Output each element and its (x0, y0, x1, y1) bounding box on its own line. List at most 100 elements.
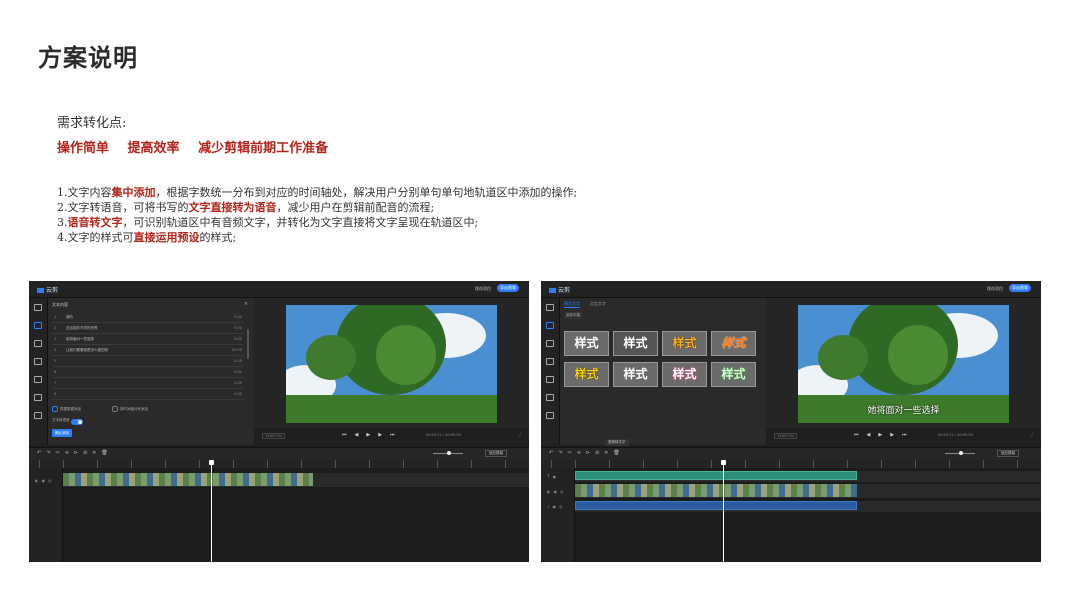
style-preset-white-dark[interactable]: 样式 (613, 331, 658, 356)
resolution-select[interactable]: 1280*720 (262, 433, 286, 439)
option-by-data[interactable]: 根据数据添加 (52, 406, 81, 412)
edit-tools[interactable]: ↶↷✂⊲⊳⊘✕🗑 (37, 450, 113, 456)
text-tab[interactable] (32, 322, 44, 330)
transition-tab[interactable] (32, 412, 44, 420)
video-frame: 她将面对一些选择 (798, 305, 1009, 423)
text-row[interactable]: 8 0:00 (52, 389, 244, 400)
fit-screen-button[interactable]: 适应屏幕 (997, 450, 1019, 457)
track-controls[interactable]: ◐◉◎ (35, 478, 54, 483)
style-preset-orange[interactable]: 样式 (711, 331, 756, 356)
zoom-slider[interactable] (945, 451, 975, 455)
resolution-select[interactable]: 1280*720 (774, 433, 798, 439)
effects-tab[interactable] (544, 358, 556, 366)
export-button[interactable]: 导出视频 (497, 284, 519, 292)
style-preset-green[interactable]: 样式 (711, 362, 756, 387)
tab-custom-text[interactable]: 自定文字 (590, 301, 606, 307)
track-controls[interactable]: ♪◉◎ (547, 504, 566, 509)
effects-icon (34, 358, 42, 365)
playhead[interactable] (209, 460, 214, 562)
video-clip[interactable] (575, 484, 857, 497)
fullscreen-icon[interactable]: ⤢ (1030, 433, 1033, 437)
audio-track (575, 501, 1041, 513)
style-preset-pink[interactable]: 样式 (662, 362, 707, 387)
video-preview: 她将面对一些选择 (766, 298, 1041, 428)
style-preset-yellow[interactable]: 样式 (564, 362, 609, 387)
scrollbar[interactable] (247, 329, 249, 359)
transition-icon (546, 412, 554, 419)
video-preview (254, 298, 529, 428)
video-track (63, 473, 529, 488)
filter-tab[interactable] (32, 376, 44, 384)
confirm-add-button[interactable]: 确认添加 (52, 429, 72, 437)
needs-label: 需求转化点: (57, 116, 127, 131)
keyword-2: 提高效率 (127, 141, 180, 156)
description-item: 1.文字内容集中添加，根据字数统一分布到对应的时间轴处，解决用户分别单句单句地轨… (57, 186, 578, 199)
effects-tab[interactable] (32, 358, 44, 366)
fit-screen-button[interactable]: 适应屏幕 (485, 450, 507, 457)
text-row[interactable]: 1 我的 0:00 (52, 312, 244, 323)
panel-title: 文本内容 (52, 302, 68, 307)
video-clip[interactable] (63, 473, 313, 486)
playback-controls[interactable]: ⏮◀▶▶⏭ (854, 432, 915, 438)
edit-tools[interactable]: ↶↷✂⊲⊳⊘✕🗑 (549, 450, 625, 456)
style-preset-outline[interactable]: 样式 (613, 362, 658, 387)
folder-icon (546, 304, 554, 311)
media-tab[interactable] (544, 304, 556, 312)
save-project-button[interactable]: 保存项目 (987, 286, 1003, 292)
app-logo: 云剪 (37, 285, 58, 294)
track-controls[interactable]: ◐◉◎ (547, 489, 566, 494)
track-controls[interactable]: T◉ (547, 474, 559, 479)
media-tab[interactable] (32, 304, 44, 312)
preview-controls: 1280*720 ⏮◀▶▶⏭ 00:00:22 / 00:00:00 ⤢ (254, 431, 529, 441)
filter-tab[interactable] (544, 376, 556, 384)
text-row[interactable]: 7 0:00 (52, 378, 244, 389)
style-preset-white[interactable]: 样式 (564, 331, 609, 356)
app-logo: 云剪 (549, 285, 570, 294)
audio-tab[interactable] (32, 394, 44, 402)
video-subtitle: 她将面对一些选择 (867, 406, 940, 416)
time-readout: 00:00:22 / 00:00:00 (426, 433, 461, 437)
text-style-panel: 预设文字 自定文字 添加字幕 样式 样式 样式 样式 样式 样式 样式 样式 (560, 298, 766, 445)
playhead[interactable] (721, 460, 726, 562)
zoom-slider[interactable] (433, 451, 463, 455)
text-tab[interactable] (544, 322, 556, 330)
option-by-timeline[interactable]: 按时间轴分布添加 (112, 406, 148, 412)
text-track (575, 471, 1041, 483)
tab-preset-text[interactable]: 预设文字 (564, 301, 580, 308)
playback-controls[interactable]: ⏮◀▶▶⏭ (342, 432, 403, 438)
tts-label: 文字转语音 (52, 418, 70, 422)
close-icon[interactable]: × (244, 301, 248, 307)
text-row[interactable]: 4 让我们看看她是怎么做的呢 00:00 (52, 345, 244, 356)
style-preset-gold[interactable]: 样式 (662, 331, 707, 356)
description-item: 2.文字转语音，可将书写的文字直接转为语音，减少用户在剪辑前配音的流程; (57, 201, 435, 214)
fullscreen-icon[interactable]: ⤢ (518, 433, 521, 437)
sticker-tab[interactable] (544, 340, 556, 348)
text-row[interactable]: 5 0:00 (52, 356, 244, 367)
folder-icon (34, 304, 42, 311)
export-button[interactable]: 导出视频 (1009, 284, 1031, 292)
tts-toggle[interactable] (71, 419, 83, 425)
top-bar: 云剪 保存项目 导出视频 (541, 281, 1041, 298)
transition-tab[interactable] (544, 412, 556, 420)
text-row[interactable]: 3 她将面对一些选择 0:00 (52, 334, 244, 345)
description-item: 3.语音转文字，可识别轨道区中有音频文字，并转化为文字直接将文字呈现在轨道区中; (57, 216, 479, 229)
text-row[interactable]: 2 说这前的不同的世界 0:00 (52, 323, 244, 334)
keyword-list: 操作简单 提高效率 减少剪辑前期工作准备 (57, 137, 342, 156)
text-clip[interactable] (575, 471, 857, 480)
video-track (575, 484, 1041, 499)
preview-controls: 1280*720 ⏮◀▶▶⏭ 00:00:22 / 00:00:00 ⤢ (766, 431, 1041, 441)
audio-clip[interactable] (575, 501, 857, 510)
video-frame (286, 305, 497, 423)
timeline-toolbar: ↶↷✂⊲⊳⊘✕🗑 适应屏幕 (29, 447, 529, 461)
timeline-toolbar: ↶↷✂⊲⊳⊘✕🗑 适应屏幕 (541, 447, 1041, 461)
description-item: 4.文字的样式可直接运用预设的样式; (57, 231, 237, 244)
time-readout: 00:00:22 / 00:00:00 (938, 433, 973, 437)
add-subtitle-button[interactable]: 添加字幕 (564, 312, 582, 319)
sticker-tab[interactable] (32, 340, 44, 348)
text-row[interactable]: 6 0:00 (52, 367, 244, 378)
sticker-icon (546, 340, 554, 347)
page-title: 方案说明 (38, 43, 138, 72)
audio-tab[interactable] (544, 394, 556, 402)
keyword-1: 操作简单 (57, 141, 110, 156)
save-project-button[interactable]: 保存项目 (475, 286, 491, 292)
